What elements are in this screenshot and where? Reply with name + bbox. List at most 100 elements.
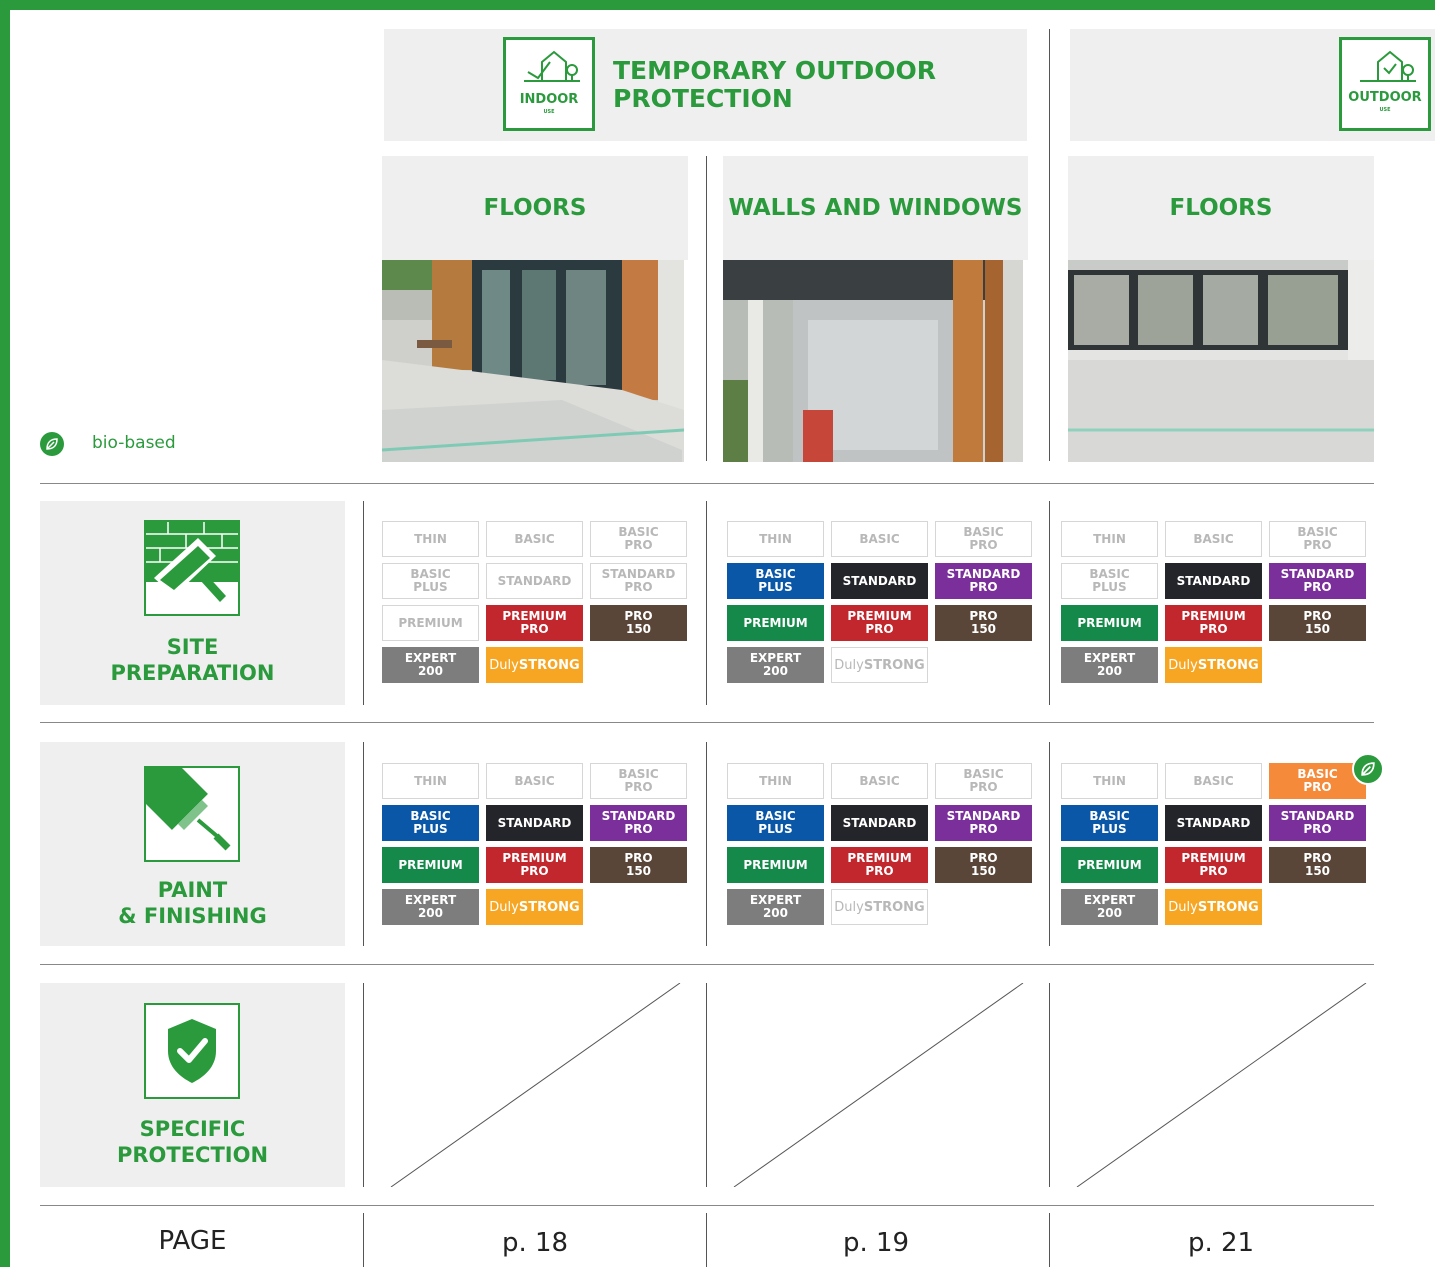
chip-thin: THIN	[382, 521, 479, 557]
shield-check-icon	[144, 1003, 240, 1099]
header-title: TEMPORARY OUTDOOR PROTECTION	[613, 56, 936, 113]
chip-premium: PREMIUM	[382, 605, 479, 641]
chip-dulystrong: Duly STRONG	[486, 889, 583, 925]
column-divider	[1049, 29, 1050, 461]
chip-pro-150: PRO 150	[1269, 847, 1366, 883]
chip-basic-plus: BASIC PLUS	[1061, 805, 1158, 841]
chip-duly-text: Duly	[1168, 899, 1198, 915]
paint-roller-icon	[144, 766, 240, 862]
na-diagonal	[1076, 983, 1367, 1187]
house-check-outdoor-icon	[1360, 50, 1416, 82]
row-divider	[40, 964, 1374, 965]
row-divider	[40, 722, 1374, 723]
chip-basic: BASIC	[1165, 521, 1262, 557]
chip-standard: STANDARD	[486, 805, 583, 841]
row-divider-vertical	[363, 742, 364, 946]
green-frame-left	[0, 0, 10, 1267]
photo-floors-protection	[382, 260, 684, 462]
chip-premium: PREMIUM	[1061, 847, 1158, 883]
row-divider-vertical	[1049, 501, 1050, 705]
chip-basic-pro: BASIC PRO	[590, 521, 687, 557]
row-divider-vertical	[363, 501, 364, 705]
row-divider	[40, 483, 1374, 484]
house-check-icon	[524, 50, 580, 82]
category-label: SPECIFIC PROTECTION	[116, 1117, 269, 1167]
column-title-2: WALLS AND WINDOWS	[723, 156, 1028, 260]
chip-expert-200: EXPERT 200	[382, 889, 479, 925]
page-label: PAGE	[158, 1226, 227, 1256]
chip-expert-200: EXPERT 200	[727, 889, 824, 925]
chip-premium-pro: PREMIUM PRO	[831, 847, 928, 883]
bio-based-legend-icon	[40, 432, 64, 456]
category-paint-finishing: PAINT & FINISHING	[40, 742, 345, 946]
chip-basic-pro: BASIC PRO	[590, 763, 687, 799]
chip-standard: STANDARD	[1165, 563, 1262, 599]
chip-expert-200: EXPERT 200	[1061, 889, 1158, 925]
chip-basic-plus: BASIC PLUS	[727, 805, 824, 841]
chip-basic: BASIC	[1165, 763, 1262, 799]
chip-pro-150: PRO 150	[590, 605, 687, 641]
chip-standard-pro: STANDARD PRO	[590, 563, 687, 599]
chip-dulystrong: Duly STRONG	[486, 647, 583, 683]
chip-basic: BASIC	[486, 521, 583, 557]
chip-basic-plus: BASIC PLUS	[727, 563, 824, 599]
chip-premium: PREMIUM	[1061, 605, 1158, 641]
category-specific-protection: SPECIFIC PROTECTION	[40, 983, 345, 1187]
photo-outdoor-floors	[1068, 260, 1374, 462]
chip-standard-pro: STANDARD PRO	[1269, 563, 1366, 599]
chip-dulystrong: Duly STRONG	[831, 647, 928, 683]
chip-thin: THIN	[382, 763, 479, 799]
chip-expert-200: EXPERT 200	[382, 647, 479, 683]
chip-standard: STANDARD	[831, 805, 928, 841]
chip-standard-pro: STANDARD PRO	[590, 805, 687, 841]
indoor-badge-sub: USE	[543, 109, 555, 115]
indoor-badge-label: INDOOR	[519, 92, 579, 107]
chip-premium: PREMIUM	[727, 847, 824, 883]
chip-thin: THIN	[1061, 521, 1158, 557]
chip-standard-pro: STANDARD PRO	[935, 805, 1032, 841]
outdoor-badge-sub: USE	[1379, 107, 1391, 113]
category-label: SITE PREPARATION	[110, 635, 275, 685]
photo-walls-windows-protection	[723, 260, 1023, 462]
chip-duly-text: Duly	[1168, 657, 1198, 673]
chip-premium: PREMIUM	[382, 847, 479, 883]
page-ref-1: p. 18	[501, 1228, 569, 1258]
leaf-icon	[46, 438, 58, 450]
chip-strong-text: STRONG	[863, 899, 925, 915]
chip-duly-text: Duly	[834, 899, 864, 915]
na-diagonal	[733, 983, 1024, 1187]
column-title-3: FLOORS	[1068, 156, 1374, 260]
chip-basic: BASIC	[831, 521, 928, 557]
chip-expert-200: EXPERT 200	[1061, 647, 1158, 683]
row-divider-vertical	[706, 1213, 707, 1267]
chip-dulystrong: Duly STRONG	[1165, 647, 1262, 683]
chip-basic-pro: BASIC PRO	[1269, 521, 1366, 557]
chip-standard-pro: STANDARD PRO	[935, 563, 1032, 599]
column-title-1: FLOORS	[382, 156, 688, 260]
chip-standard: STANDARD	[831, 563, 928, 599]
chip-duly-text: Duly	[834, 657, 864, 673]
chip-dulystrong: Duly STRONG	[1165, 889, 1262, 925]
chip-expert-200: EXPERT 200	[727, 647, 824, 683]
chip-premium-pro: PREMIUM PRO	[486, 605, 583, 641]
row-divider	[40, 1205, 1374, 1206]
chip-standard: STANDARD	[1165, 805, 1262, 841]
chip-basic: BASIC	[831, 763, 928, 799]
chip-pro-150: PRO 150	[1269, 605, 1366, 641]
na-diagonal	[390, 983, 681, 1187]
chip-premium: PREMIUM	[727, 605, 824, 641]
category-site-preparation: SITE PREPARATION	[40, 501, 345, 705]
chip-standard-pro: STANDARD PRO	[1269, 805, 1366, 841]
chip-strong-text: STRONG	[1197, 899, 1259, 915]
chip-premium-pro: PREMIUM PRO	[1165, 847, 1262, 883]
chip-pro-150: PRO 150	[590, 847, 687, 883]
outdoor-badge-label: OUTDOOR	[1348, 90, 1422, 105]
chip-thin: THIN	[1061, 763, 1158, 799]
chip-basic-plus: BASIC PLUS	[1061, 563, 1158, 599]
chip-basic-plus: BASIC PLUS	[382, 805, 479, 841]
chip-basic-pro: BASIC PRO	[935, 521, 1032, 557]
chip-strong-text: STRONG	[518, 657, 580, 673]
chip-standard: STANDARD	[486, 563, 583, 599]
bio-based-badge-icon	[1352, 753, 1384, 785]
chip-basic: BASIC	[486, 763, 583, 799]
